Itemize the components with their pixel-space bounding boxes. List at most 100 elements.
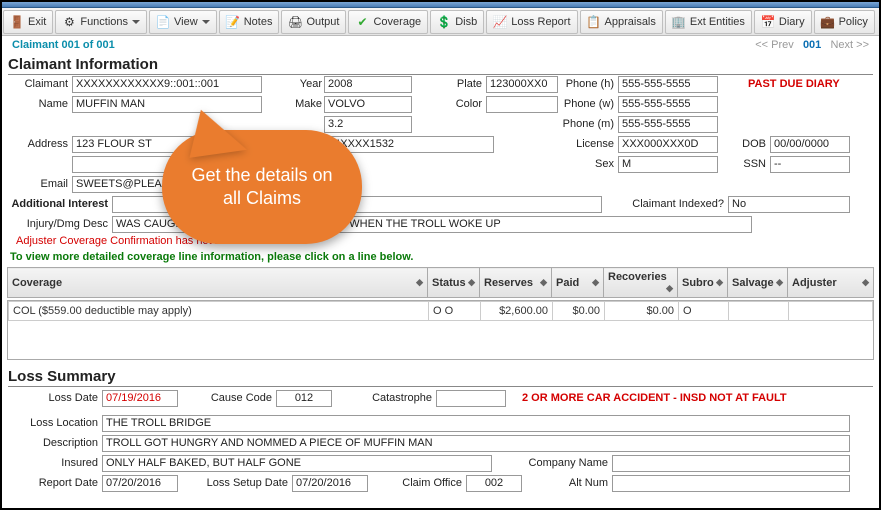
- address-label: Address: [8, 138, 68, 150]
- loss-report-button[interactable]: 📈 Loss Report: [486, 10, 577, 34]
- description-field[interactable]: TROLL GOT HUNGRY AND NOMMED A PIECE OF M…: [102, 435, 850, 452]
- year-field[interactable]: 2008: [324, 76, 412, 93]
- sort-icon: ◆: [592, 277, 599, 288]
- cell-subro: O: [679, 302, 729, 321]
- view-button[interactable]: 📄View: [149, 10, 217, 34]
- description-label: Description: [8, 437, 98, 449]
- year-label: Year: [288, 78, 322, 90]
- col-adjuster[interactable]: Adjuster◆: [788, 268, 874, 298]
- next-link[interactable]: Next >>: [830, 39, 869, 51]
- building-icon: 🏢: [672, 15, 686, 29]
- chevron-down-icon: [202, 20, 210, 24]
- callout-tail: [183, 104, 247, 158]
- cell-recoveries: $0.00: [605, 302, 679, 321]
- notes-button[interactable]: 📝 Notes: [219, 10, 280, 34]
- dob-label: DOB: [734, 138, 766, 150]
- annotation-callout: Get the details on all Claims: [162, 130, 362, 244]
- pager-bar: Claimant 001 of 001 << Prev 001 Next >>: [2, 36, 879, 54]
- policy-label: Policy: [839, 16, 868, 28]
- insured-field[interactable]: ONLY HALF BAKED, BUT HALF GONE: [102, 455, 492, 472]
- loss-setup-field[interactable]: 07/20/2016: [292, 475, 368, 492]
- col-paid[interactable]: Paid◆: [552, 268, 604, 298]
- notes-label: Notes: [244, 16, 273, 28]
- col-salvage[interactable]: Salvage◆: [728, 268, 788, 298]
- indexed-field[interactable]: No: [728, 196, 850, 213]
- door-icon: 🚪: [10, 15, 24, 29]
- coverage-label: Coverage: [373, 16, 421, 28]
- exit-label: Exit: [28, 16, 46, 28]
- make-field[interactable]: VOLVO: [324, 96, 412, 113]
- plate-label: Plate: [438, 78, 482, 90]
- calendar-icon: 📅: [761, 15, 775, 29]
- claimant-heading: Claimant Information: [8, 56, 873, 75]
- current-page: 001: [803, 39, 821, 51]
- note-icon: 📝: [226, 15, 240, 29]
- money-icon: 💲: [437, 15, 451, 29]
- col-subro[interactable]: Subro◆: [678, 268, 728, 298]
- phone-w-label: Phone (w): [558, 98, 614, 110]
- view-label: View: [174, 16, 198, 28]
- alt-num-field[interactable]: [612, 475, 850, 492]
- catastrophe-field[interactable]: [436, 390, 506, 407]
- loss-section: Loss Summary Loss Date 07/19/2016 Cause …: [2, 366, 879, 509]
- license-label: License: [566, 138, 614, 150]
- report-icon: 📈: [493, 15, 507, 29]
- report-date-field[interactable]: 07/20/2016: [102, 475, 178, 492]
- claimant-form: Claimant XXXXXXXXXXXX9::001::001 Year 20…: [8, 75, 873, 235]
- policy-button[interactable]: 💼Policy: [814, 10, 875, 34]
- sort-icon: ◆: [540, 277, 547, 288]
- disb-button[interactable]: 💲Disb: [430, 10, 484, 34]
- gear-icon: ⚙: [62, 15, 76, 29]
- coverage-row[interactable]: COL ($559.00 deductible may apply) O O $…: [9, 302, 873, 321]
- cell-paid: $0.00: [553, 302, 605, 321]
- make-label: Make: [288, 98, 322, 110]
- sort-icon: ◆: [776, 277, 783, 288]
- report-date-label: Report Date: [8, 477, 98, 489]
- color-field[interactable]: [486, 96, 558, 113]
- dob-field[interactable]: 00/00/0000: [770, 136, 850, 153]
- loss-date-field[interactable]: 07/19/2016: [102, 390, 178, 407]
- claimant-field[interactable]: XXXXXXXXXXXX9::001::001: [72, 76, 262, 93]
- adjuster-confirmation-warning: Adjuster Coverage Confirmation has not b…: [8, 235, 873, 247]
- claimant-label: Claimant: [8, 78, 68, 90]
- loss-setup-label: Loss Setup Date: [188, 477, 288, 489]
- functions-button[interactable]: ⚙Functions: [55, 10, 147, 34]
- company-field[interactable]: [612, 455, 850, 472]
- loss-date-label: Loss Date: [8, 392, 98, 404]
- license-field[interactable]: XXX000XXX0D: [618, 136, 718, 153]
- sort-icon: ◆: [862, 277, 869, 288]
- callout-text: Get the details on all Claims: [180, 164, 344, 211]
- plate-field[interactable]: 123000XX0: [486, 76, 558, 93]
- sex-field[interactable]: M: [618, 156, 718, 173]
- output-button[interactable]: 🖨 Output: [281, 10, 346, 34]
- prev-link[interactable]: << Prev: [755, 39, 794, 51]
- diary-button[interactable]: 📅Diary: [754, 10, 812, 34]
- claimant-position: Claimant 001 of 001: [12, 39, 115, 51]
- phone-h-field[interactable]: 555-555-5555: [618, 76, 718, 93]
- ext-entities-button[interactable]: 🏢Ext Entities: [665, 10, 752, 34]
- pager-nav: << Prev 001 Next >>: [755, 39, 869, 51]
- claim-office-field[interactable]: 002: [466, 475, 522, 492]
- output-label: Output: [306, 16, 339, 28]
- phone-w-field[interactable]: 555-555-5555: [618, 96, 718, 113]
- col-status[interactable]: Status◆: [428, 268, 480, 298]
- col-reserves[interactable]: Reserves◆: [480, 268, 552, 298]
- phone-m-field[interactable]: 555-555-5555: [618, 116, 718, 133]
- cell-coverage: COL ($559.00 deductible may apply): [9, 302, 429, 321]
- col-recoveries[interactable]: Recoveries◆: [604, 268, 678, 298]
- ssn-field[interactable]: --: [770, 156, 850, 173]
- coverage-button[interactable]: ✔Coverage: [348, 10, 428, 34]
- exit-button[interactable]: 🚪 Exit: [3, 10, 53, 34]
- printer-icon: 🖨: [288, 15, 302, 29]
- cause-code-field[interactable]: 012: [276, 390, 332, 407]
- appraisals-button[interactable]: 📋Appraisals: [580, 10, 663, 34]
- loss-location-field[interactable]: THE TROLL BRIDGE: [102, 415, 850, 432]
- col-coverage[interactable]: Coverage◆: [8, 268, 428, 298]
- sort-icon: ◆: [716, 277, 723, 288]
- toolbar: 🚪 Exit ⚙Functions 📄View 📝 Notes 🖨 Output ✔C…: [2, 8, 879, 36]
- lossreport-label: Loss Report: [511, 16, 570, 28]
- coverage-body: COL ($559.00 deductible may apply) O O $…: [7, 300, 874, 360]
- insured-label: Insured: [8, 457, 98, 469]
- sort-icon: ◆: [666, 283, 673, 294]
- phone-h-label: Phone (h): [560, 78, 614, 90]
